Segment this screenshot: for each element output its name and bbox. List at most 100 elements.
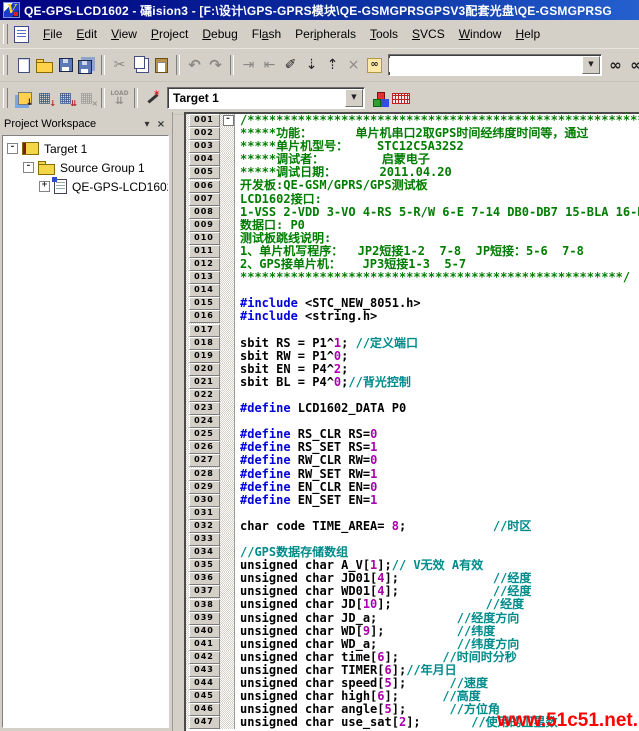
expand-icon[interactable]: + bbox=[39, 181, 50, 192]
line-number-gutter[interactable]: 035 bbox=[186, 559, 222, 572]
line-number[interactable]: 002 bbox=[189, 127, 220, 140]
line-number[interactable]: 015 bbox=[189, 297, 220, 310]
code-text[interactable] bbox=[235, 533, 639, 546]
code-text[interactable]: #define EN_SET EN=1 bbox=[235, 494, 639, 507]
paste-button[interactable] bbox=[151, 54, 172, 76]
line-number-gutter[interactable]: 006 bbox=[186, 179, 222, 192]
code-text[interactable] bbox=[235, 389, 639, 402]
code-text[interactable]: *****单片机型号： STC12C5A32S2 bbox=[235, 140, 639, 153]
line-number[interactable]: 043 bbox=[189, 664, 220, 677]
line-number-gutter[interactable]: 033 bbox=[186, 533, 222, 546]
line-number-gutter[interactable]: 044 bbox=[186, 677, 222, 690]
line-number[interactable]: 001 bbox=[189, 114, 220, 127]
code-text[interactable]: LCD1602接口: bbox=[235, 193, 639, 206]
code-text[interactable]: ****************************************… bbox=[235, 271, 639, 284]
line-number-gutter[interactable]: 039 bbox=[186, 612, 222, 625]
code-text[interactable] bbox=[235, 507, 639, 520]
fold-toggle-icon[interactable]: - bbox=[223, 115, 234, 126]
code-text[interactable]: #include <string.h> bbox=[235, 310, 639, 323]
code-text[interactable]: sbit EN = P4^2; bbox=[235, 363, 639, 376]
line-number[interactable]: 003 bbox=[189, 140, 220, 153]
toggle-bookmark-button[interactable]: ✐ bbox=[280, 54, 301, 76]
menu-file[interactable]: File bbox=[36, 23, 69, 45]
line-number[interactable]: 012 bbox=[189, 258, 220, 271]
code-text[interactable] bbox=[235, 415, 639, 428]
line-number-gutter[interactable]: 027 bbox=[186, 454, 222, 467]
menu-project[interactable]: Project bbox=[144, 23, 195, 45]
code-text[interactable]: unsigned char TIMER[6];//年月日 bbox=[235, 664, 639, 677]
next-bookmark-button[interactable]: ⇣ bbox=[301, 54, 322, 76]
open-file-button[interactable] bbox=[34, 54, 55, 76]
line-number[interactable]: 035 bbox=[189, 559, 220, 572]
line-number[interactable]: 016 bbox=[189, 310, 220, 323]
line-number[interactable]: 047 bbox=[189, 716, 220, 729]
tree-item-target-1[interactable]: -Target 1 bbox=[3, 139, 168, 158]
code-text[interactable]: *****功能： 单片机串口2取GPS时间经纬度时间等，通过 bbox=[235, 127, 639, 140]
line-number[interactable]: 042 bbox=[189, 651, 220, 664]
line-number-gutter[interactable]: 030 bbox=[186, 494, 222, 507]
line-number[interactable]: 034 bbox=[189, 546, 220, 559]
toolbar-grip-handle[interactable] bbox=[3, 88, 8, 108]
line-number[interactable]: 028 bbox=[189, 468, 220, 481]
code-text[interactable]: #define RW_SET RW=1 bbox=[235, 468, 639, 481]
line-number[interactable]: 041 bbox=[189, 638, 220, 651]
code-text[interactable]: *****调试日期： 2011.04.20 bbox=[235, 166, 639, 179]
line-number-gutter[interactable]: 034 bbox=[186, 546, 222, 559]
line-number[interactable]: 037 bbox=[189, 585, 220, 598]
code-text[interactable]: 测试板跳线说明: bbox=[235, 232, 639, 245]
line-number-gutter[interactable]: 020 bbox=[186, 363, 222, 376]
line-number[interactable]: 008 bbox=[189, 206, 220, 219]
manage-components-button[interactable] bbox=[390, 87, 411, 109]
code-text[interactable]: unsigned char JD[10]; //经度 bbox=[235, 598, 639, 611]
line-number[interactable]: 026 bbox=[189, 441, 220, 454]
code-text[interactable]: #include <STC_NEW_8051.h> bbox=[235, 297, 639, 310]
line-number-gutter[interactable]: 023 bbox=[186, 402, 222, 415]
line-number-gutter[interactable]: 004 bbox=[186, 153, 222, 166]
line-number-gutter[interactable]: 009 bbox=[186, 219, 222, 232]
line-number[interactable]: 023 bbox=[189, 402, 220, 415]
line-number-gutter[interactable]: 011 bbox=[186, 245, 222, 258]
collapse-icon[interactable]: - bbox=[23, 162, 34, 173]
copy-button[interactable] bbox=[130, 54, 151, 76]
line-number-gutter[interactable]: 012 bbox=[186, 258, 222, 271]
code-text[interactable]: #define RW_CLR RW=0 bbox=[235, 454, 639, 467]
save-button[interactable] bbox=[55, 54, 76, 76]
line-number-gutter[interactable]: 014 bbox=[186, 284, 222, 297]
line-number-gutter[interactable]: 005 bbox=[186, 166, 222, 179]
line-number[interactable]: 045 bbox=[189, 690, 220, 703]
start-debug-button[interactable]: ✶ bbox=[142, 87, 163, 109]
collapse-icon[interactable]: - bbox=[7, 143, 18, 154]
code-text[interactable]: /***************************************… bbox=[235, 114, 639, 127]
line-number-gutter[interactable]: 017 bbox=[186, 324, 222, 337]
line-number[interactable]: 017 bbox=[189, 324, 220, 337]
menu-view[interactable]: View bbox=[104, 23, 144, 45]
code-text[interactable]: #define LCD1602_DATA P0 bbox=[235, 402, 639, 415]
line-number-gutter[interactable]: 032 bbox=[186, 520, 222, 533]
line-number-gutter[interactable]: 013 bbox=[186, 271, 222, 284]
menu-help[interactable]: Help bbox=[508, 23, 547, 45]
menu-window[interactable]: Window bbox=[452, 23, 509, 45]
line-number[interactable]: 031 bbox=[189, 507, 220, 520]
tree-item-source-group-1[interactable]: -Source Group 1 bbox=[3, 158, 168, 177]
code-text[interactable] bbox=[235, 324, 639, 337]
translate-file-button[interactable] bbox=[13, 87, 34, 109]
line-number[interactable]: 006 bbox=[189, 180, 220, 193]
line-number-gutter[interactable]: 038 bbox=[186, 598, 222, 611]
code-text[interactable]: #define EN_CLR EN=0 bbox=[235, 481, 639, 494]
line-number-gutter[interactable]: 036 bbox=[186, 572, 222, 585]
workspace-close-icon[interactable]: × bbox=[154, 118, 168, 131]
rebuild-all-button[interactable]: ▦⇊ bbox=[55, 87, 76, 109]
line-number[interactable]: 021 bbox=[189, 376, 220, 389]
code-text[interactable]: 2、GPS接单片机： JP3短接1-3 5-7 bbox=[235, 258, 639, 271]
code-text[interactable]: sbit RS = P1^1; //定义端口 bbox=[235, 337, 639, 350]
line-number[interactable]: 040 bbox=[189, 625, 220, 638]
build-target-button[interactable]: ▦↓ bbox=[34, 87, 55, 109]
line-number[interactable]: 020 bbox=[189, 363, 220, 376]
code-text[interactable]: unsigned char speed[5]; //速度 bbox=[235, 677, 639, 690]
line-number-gutter[interactable]: 015 bbox=[186, 297, 222, 310]
line-number-gutter[interactable]: 041 bbox=[186, 638, 222, 651]
target-dropdown-arrow-icon[interactable]: ▼ bbox=[345, 89, 363, 107]
code-text[interactable]: unsigned char high[6]; //高度 bbox=[235, 690, 639, 703]
find-dropdown-arrow-icon[interactable]: ▼ bbox=[582, 56, 600, 74]
line-number-gutter[interactable]: 040 bbox=[186, 625, 222, 638]
